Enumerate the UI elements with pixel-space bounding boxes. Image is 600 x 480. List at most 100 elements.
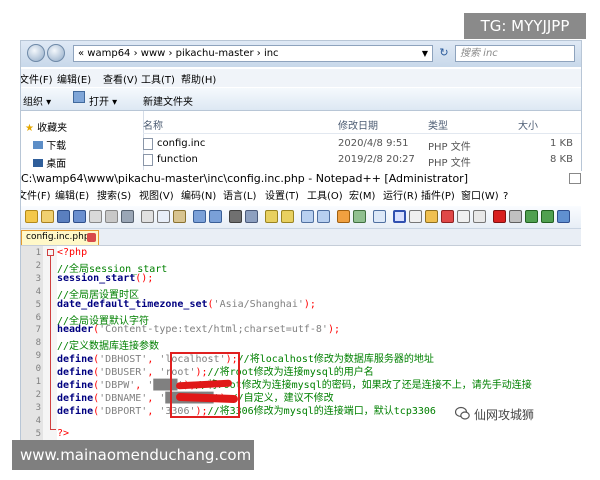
copy-icon[interactable] bbox=[157, 210, 170, 223]
code-token: date_default_timezone_set bbox=[57, 298, 208, 310]
code-token: 'Asia/Shanghai' bbox=[213, 298, 304, 310]
menu-file[interactable]: 文件(F) bbox=[21, 71, 53, 86]
code-token: define bbox=[57, 405, 94, 417]
show-all-chars-icon[interactable] bbox=[353, 210, 366, 223]
file-list-header: 名称 修改日期 类型 大小 bbox=[143, 113, 581, 134]
column-type[interactable]: 类型 bbox=[428, 117, 448, 132]
code-line: header('Content-type:text/html;charset=u… bbox=[57, 324, 340, 335]
print-icon[interactable] bbox=[121, 210, 134, 223]
open-button[interactable]: 打开 ▾ bbox=[89, 93, 117, 108]
file-row[interactable]: config.inc 2020/4/8 9:51 PHP 文件 1 KB bbox=[143, 137, 581, 153]
zoom-out-icon[interactable] bbox=[281, 210, 294, 223]
zoom-in-icon[interactable] bbox=[265, 210, 278, 223]
code-line: ?> bbox=[57, 428, 69, 439]
word-wrap-icon[interactable] bbox=[337, 210, 350, 223]
menu-view[interactable]: 查看(V) bbox=[103, 71, 138, 86]
fold-line bbox=[50, 256, 51, 430]
menu-search[interactable]: 搜索(S) bbox=[97, 189, 131, 205]
close-all-icon[interactable] bbox=[105, 210, 118, 223]
close-file-icon[interactable] bbox=[89, 210, 102, 223]
menu-encoding[interactable]: 编码(N) bbox=[181, 189, 216, 205]
menu-view[interactable]: 视图(V) bbox=[139, 189, 174, 205]
start-recording-icon[interactable] bbox=[493, 210, 506, 223]
chevron-down-icon[interactable]: ▼ bbox=[418, 46, 428, 61]
fold-marker-icon[interactable] bbox=[47, 249, 54, 256]
cut-icon[interactable] bbox=[141, 210, 154, 223]
menu-macro[interactable]: 宏(M) bbox=[349, 189, 375, 205]
stop-recording-icon[interactable] bbox=[509, 210, 522, 223]
line-number: 8 bbox=[35, 338, 41, 349]
column-date[interactable]: 修改日期 bbox=[338, 117, 378, 132]
save-macro-icon[interactable] bbox=[557, 210, 570, 223]
nav-item-favorites[interactable]: ★ 收藏夹 bbox=[25, 119, 67, 134]
menu-tools[interactable]: 工具(O) bbox=[307, 189, 343, 205]
indent-guide-icon[interactable] bbox=[373, 210, 386, 223]
window-title: C:\wamp64\www\pikachu-master\inc\config.… bbox=[21, 170, 581, 188]
monitoring-icon[interactable] bbox=[457, 210, 470, 223]
code-line: session_start(); bbox=[57, 273, 153, 284]
nav-item-desktop[interactable]: 桌面 bbox=[33, 155, 66, 170]
code-token: ); bbox=[327, 324, 340, 336]
back-button[interactable] bbox=[27, 44, 45, 62]
save-icon[interactable] bbox=[57, 210, 70, 223]
explorer-nav-pane: ★ 收藏夹 下载 桌面 bbox=[21, 111, 144, 171]
function-list-icon[interactable] bbox=[409, 210, 422, 223]
undo-icon[interactable] bbox=[193, 210, 206, 223]
code-token: 'Content-type:text/html;charset=utf-8' bbox=[99, 324, 328, 336]
forward-button[interactable] bbox=[47, 44, 65, 62]
menu-plugins[interactable]: 插件(P) bbox=[421, 189, 455, 205]
nav-item-downloads[interactable]: 下载 bbox=[33, 137, 66, 152]
save-all-icon[interactable] bbox=[73, 210, 86, 223]
sync-vertical-icon[interactable] bbox=[301, 210, 314, 223]
menu-language[interactable]: 语言(L) bbox=[223, 189, 256, 205]
notepadpp-window: C:\wamp64\www\pikachu-master\inc\config.… bbox=[20, 170, 581, 442]
menu-edit[interactable]: 编辑(E) bbox=[55, 189, 89, 205]
open-file-icon[interactable] bbox=[41, 210, 54, 223]
playback-icon[interactable] bbox=[525, 210, 538, 223]
organize-button[interactable]: 组织 ▾ bbox=[23, 93, 51, 108]
menu-edit[interactable]: 编辑(E) bbox=[57, 71, 91, 86]
paste-icon[interactable] bbox=[173, 210, 186, 223]
sync-horizontal-icon[interactable] bbox=[317, 210, 330, 223]
menu-tools[interactable]: 工具(T) bbox=[141, 71, 175, 86]
explorer-address-bar: « wamp64 › www › pikachu-master › inc ▼ … bbox=[21, 41, 581, 67]
menu-help[interactable]: ? bbox=[503, 189, 508, 205]
find-icon[interactable] bbox=[229, 210, 242, 223]
tab-config-inc-php[interactable]: config.inc.php bbox=[21, 230, 99, 245]
replace-icon[interactable] bbox=[245, 210, 258, 223]
tg-badge: TG: MYYJJPP bbox=[464, 13, 586, 39]
open-icon bbox=[73, 91, 85, 103]
maximize-icon[interactable] bbox=[569, 173, 581, 184]
file-date: 2019/2/8 20:27 bbox=[338, 154, 415, 165]
explorer-toolbar: 组织 ▾ 打开 ▾ 新建文件夹 bbox=[21, 88, 581, 111]
refresh-icon[interactable]: ↻ bbox=[437, 46, 451, 60]
file-row[interactable]: function 2019/2/8 20:27 PHP 文件 8 KB bbox=[143, 153, 581, 169]
doc-map-icon[interactable] bbox=[393, 210, 406, 223]
new-folder-button[interactable]: 新建文件夹 bbox=[143, 93, 193, 108]
new-file-icon[interactable] bbox=[25, 210, 38, 223]
code-token: ); bbox=[303, 298, 316, 310]
menu-window[interactable]: 窗口(W) bbox=[461, 189, 499, 205]
eye-icon[interactable] bbox=[473, 210, 486, 223]
column-size[interactable]: 大小 bbox=[518, 117, 538, 132]
file-date: 2020/4/8 9:51 bbox=[338, 138, 409, 149]
npp-menu-bar: 文件(F) 编辑(E) 搜索(S) 视图(V) 编码(N) 语言(L) 设置(T… bbox=[21, 189, 581, 205]
folder-workspace-icon[interactable] bbox=[425, 210, 438, 223]
record-macro-icon[interactable] bbox=[441, 210, 454, 223]
menu-run[interactable]: 运行(R) bbox=[383, 189, 418, 205]
menu-settings[interactable]: 设置(T) bbox=[265, 189, 299, 205]
line-number: 0 bbox=[35, 364, 41, 375]
close-icon[interactable] bbox=[87, 233, 96, 242]
address-path-field[interactable]: « wamp64 › www › pikachu-master › inc ▼ bbox=[73, 45, 433, 62]
redo-icon[interactable] bbox=[209, 210, 222, 223]
search-input[interactable]: 搜索 inc bbox=[455, 45, 575, 62]
desktop-icon bbox=[33, 159, 43, 167]
file-size: 1 KB bbox=[550, 138, 573, 149]
line-number: 7 bbox=[35, 325, 41, 336]
column-name[interactable]: 名称 bbox=[143, 117, 163, 132]
menu-help[interactable]: 帮助(H) bbox=[181, 71, 216, 86]
code-token: , bbox=[147, 405, 160, 417]
run-macro-multiple-icon[interactable] bbox=[541, 210, 554, 223]
menu-file[interactable]: 文件(F) bbox=[21, 189, 51, 205]
download-folder-icon bbox=[33, 141, 43, 149]
